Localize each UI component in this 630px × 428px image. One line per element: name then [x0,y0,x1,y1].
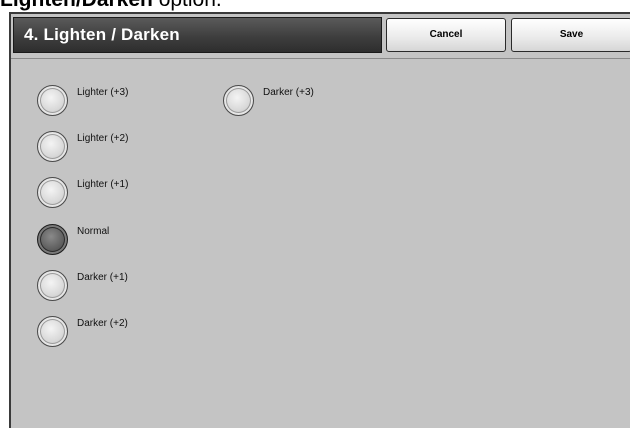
save-button[interactable]: Save [511,18,630,52]
title-panel: 4. Lighten / Darken [13,17,382,53]
page-title: 4. Lighten / Darken [24,25,180,44]
radio-button-icon[interactable] [37,270,68,301]
radio-button-icon[interactable] [37,85,68,116]
cancel-button[interactable]: Cancel [386,18,506,52]
radio-label: Darker (+3) [263,87,314,98]
document-caption: Lighten/Darken option. [0,0,630,12]
radio-label: Lighter (+2) [77,133,129,144]
radio-label: Darker (+2) [77,318,128,329]
header-bar: 4. Lighten / Darken Cancel Save [11,14,630,59]
radio-label: Normal [77,226,110,237]
radio-button-selected-icon[interactable] [37,224,68,255]
radio-button-icon[interactable] [223,85,254,116]
lighten-darken-screen: 4. Lighten / Darken Cancel Save Lighter … [9,12,630,428]
caption-text: Lighten/Darken option. [0,0,222,12]
radio-button-icon[interactable] [37,131,68,162]
caption-bold-text: Lighten/Darken [0,0,153,11]
radio-label: Lighter (+3) [77,87,129,98]
radio-button-icon[interactable] [37,177,68,208]
caption-rest-text: option. [153,0,222,11]
radio-button-icon[interactable] [37,316,68,347]
radio-label: Darker (+1) [77,272,128,283]
radio-label: Lighter (+1) [77,179,129,190]
